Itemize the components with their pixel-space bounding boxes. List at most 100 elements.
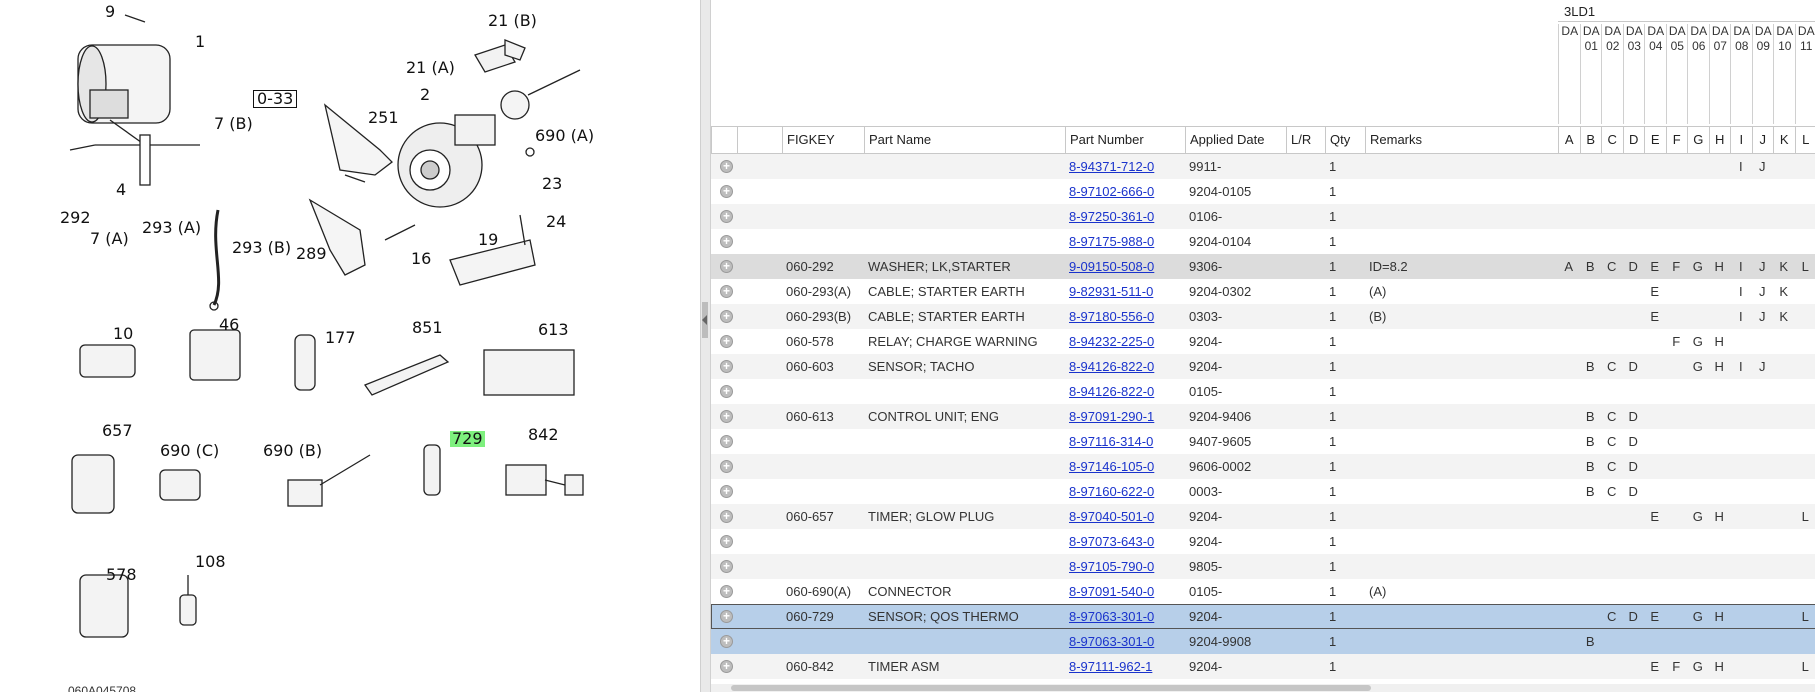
column-header-remarks[interactable]: Remarks [1365, 127, 1558, 153]
part-number-link[interactable]: 8-97250-361-0 [1065, 204, 1185, 229]
part-number-link[interactable]: 8-94232-225-0 [1065, 329, 1185, 354]
part-number-link[interactable]: 8-97040-501-0 [1065, 504, 1185, 529]
part-number-link[interactable]: 8-97111-962-1 [1065, 654, 1185, 679]
add-to-list-icon[interactable]: + [720, 585, 733, 598]
add-to-list-icon[interactable]: + [720, 435, 733, 448]
column-header-flag[interactable]: A [1558, 127, 1580, 153]
add-to-list-icon[interactable]: + [720, 510, 733, 523]
table-row[interactable]: +8-97105-790-0 9805- 1 [711, 554, 1815, 579]
applicability-flag [1773, 429, 1795, 454]
horizontal-scrollbar[interactable] [711, 684, 1815, 692]
add-to-list-icon[interactable]: + [720, 185, 733, 198]
column-header-qty[interactable]: Qty [1325, 127, 1365, 153]
column-header-flag[interactable]: K [1773, 127, 1795, 153]
part-number-link[interactable]: 8-97091-540-0 [1065, 579, 1185, 604]
add-to-list-icon[interactable]: + [720, 560, 733, 573]
table-row[interactable]: +8-94371-712-0 9911- 1 I J [711, 154, 1815, 179]
table-row[interactable]: +8-97146-105-0 9606-0002 1 B C D [711, 454, 1815, 479]
column-header-flag[interactable]: I [1730, 127, 1752, 153]
part-number-link[interactable]: 8-94126-822-0 [1065, 354, 1185, 379]
table-row[interactable]: +8-94126-822-0 0105- 1 [711, 379, 1815, 404]
add-to-list-icon[interactable]: + [720, 410, 733, 423]
part-number-link[interactable]: 8-97063-301-0 [1065, 604, 1185, 629]
add-to-list-icon[interactable]: + [720, 210, 733, 223]
column-header-flag[interactable]: B [1579, 127, 1602, 153]
part-number-link[interactable]: 8-97102-666-0 [1065, 179, 1185, 204]
applicability-flag [1752, 579, 1774, 604]
table-row[interactable]: +060-293(B) CABLE; STARTER EARTH 8-97180-5… [711, 304, 1815, 329]
column-header-flag[interactable]: J [1751, 127, 1774, 153]
table-row[interactable]: +060-613 CONTROL UNIT; ENG 8-97091-290-1 92… [711, 404, 1815, 429]
table-row[interactable]: +060-293(A) CABLE; STARTER EARTH 9-82931-5… [711, 279, 1815, 304]
part-number-link[interactable]: 8-97180-556-0 [1065, 304, 1185, 329]
scrollbar-thumb[interactable] [731, 685, 1371, 691]
part-number-link[interactable]: 8-97116-314-0 [1065, 429, 1185, 454]
add-to-list-icon[interactable]: + [720, 385, 733, 398]
part-number-link[interactable]: 8-97073-643-0 [1065, 529, 1185, 554]
callout-21a: 21 (A) [406, 58, 455, 77]
table-row[interactable]: +8-97073-643-0 9204- 1 [711, 529, 1815, 554]
column-header-lr[interactable]: L/R [1286, 127, 1325, 153]
add-to-list-icon[interactable]: + [720, 460, 733, 473]
part-number-link[interactable]: 8-97160-622-0 [1065, 479, 1185, 504]
part-number-link[interactable]: 8-97063-301-0 [1065, 629, 1185, 654]
part-number-link[interactable]: 8-97175-988-0 [1065, 229, 1185, 254]
part-number-link[interactable]: 9-82931-511-0 [1065, 279, 1185, 304]
add-to-list-icon[interactable]: + [720, 635, 733, 648]
column-header-flag[interactable]: D [1622, 127, 1645, 153]
add-to-list-icon[interactable]: + [720, 285, 733, 298]
table-row[interactable]: +060-578 RELAY; CHARGE WARNING 8-94232-225… [711, 329, 1815, 354]
add-to-list-icon[interactable]: + [720, 260, 733, 273]
part-number-link[interactable]: 9-09150-508-0 [1065, 254, 1185, 279]
add-to-list-icon[interactable]: + [720, 335, 733, 348]
lr-cell [1286, 654, 1325, 679]
column-header-date[interactable]: Applied Date [1185, 127, 1286, 153]
table-row[interactable]: +060-657 TIMER; GLOW PLUG 8-97040-501-0 920… [711, 504, 1815, 529]
part-number-link[interactable]: 8-97146-105-0 [1065, 454, 1185, 479]
part-name-cell: RELAY; CHARGE WARNING [868, 334, 1038, 349]
table-row[interactable]: +8-97160-622-0 0003- 1 B C D [711, 479, 1815, 504]
remarks-cell [1365, 429, 1558, 454]
table-row[interactable]: +060-292 WASHER; LK,STARTER 9-09150-508-0 9… [711, 254, 1815, 279]
column-header-figkey[interactable]: FIGKEY [782, 127, 864, 153]
applicability-flag [1580, 179, 1602, 204]
qty-cell: 1 [1329, 584, 1337, 599]
table-row[interactable]: +8-97116-314-0 9407-9605 1 B C D [711, 429, 1815, 454]
part-number-link[interactable]: 8-97105-790-0 [1065, 554, 1185, 579]
model-variant-label: DA06 [1687, 24, 1710, 124]
add-to-list-icon[interactable]: + [720, 310, 733, 323]
model-variant-label: DA01 [1579, 24, 1603, 124]
table-row[interactable]: +060-690(A) CONNECTOR 8-97091-540-0 0105- 1 (… [711, 579, 1815, 604]
applicability-flag [1623, 504, 1645, 529]
applicability-flag [1795, 354, 1815, 379]
column-header-name[interactable]: Part Name [864, 127, 1065, 153]
add-to-list-icon[interactable]: + [720, 360, 733, 373]
table-row[interactable]: +8-97250-361-0 0106- 1 [711, 204, 1815, 229]
table-row[interactable]: +060-842 TIMER ASM 8-97111-962-1 9204- 1 E F G H… [711, 654, 1815, 679]
column-header-flag[interactable]: G [1687, 127, 1709, 153]
column-header-add[interactable] [711, 127, 737, 153]
column-header-flag[interactable]: L [1794, 127, 1815, 153]
table-row[interactable]: +8-97063-301-0 9204-9908 1 B [711, 629, 1815, 654]
table-row[interactable]: +060-603 SENSOR; TACHO 8-94126-822-0 9204- 1… [711, 354, 1815, 379]
part-number-link[interactable]: 8-94126-822-0 [1065, 379, 1185, 404]
column-header-flag[interactable]: H [1708, 127, 1731, 153]
add-to-list-icon[interactable]: + [720, 660, 733, 673]
table-row[interactable]: +8-97175-988-0 9204-0104 1 [711, 229, 1815, 254]
column-header-pn[interactable]: Part Number [1065, 127, 1185, 153]
add-to-list-icon[interactable]: + [720, 160, 733, 173]
add-to-list-icon[interactable]: + [720, 485, 733, 498]
add-to-list-icon[interactable]: + [720, 610, 733, 623]
table-row[interactable]: +8-97102-666-0 9204-0105 1 [711, 179, 1815, 204]
column-header-flag[interactable]: C [1601, 127, 1623, 153]
part-number-link[interactable]: 8-97091-290-1 [1065, 404, 1185, 429]
add-to-list-icon[interactable]: + [720, 535, 733, 548]
add-to-list-icon[interactable]: + [720, 235, 733, 248]
table-row[interactable]: +060-729 SENSOR; QOS THERMO 8-97063-301-0 9… [711, 604, 1815, 629]
column-header-flag[interactable]: E [1644, 127, 1666, 153]
column-header-blank[interactable] [737, 127, 782, 153]
part-number-link[interactable]: 8-94371-712-0 [1065, 154, 1185, 179]
column-header-flag[interactable]: F [1665, 127, 1688, 153]
lr-cell [1286, 279, 1325, 304]
collapse-left-icon[interactable] [702, 302, 708, 338]
